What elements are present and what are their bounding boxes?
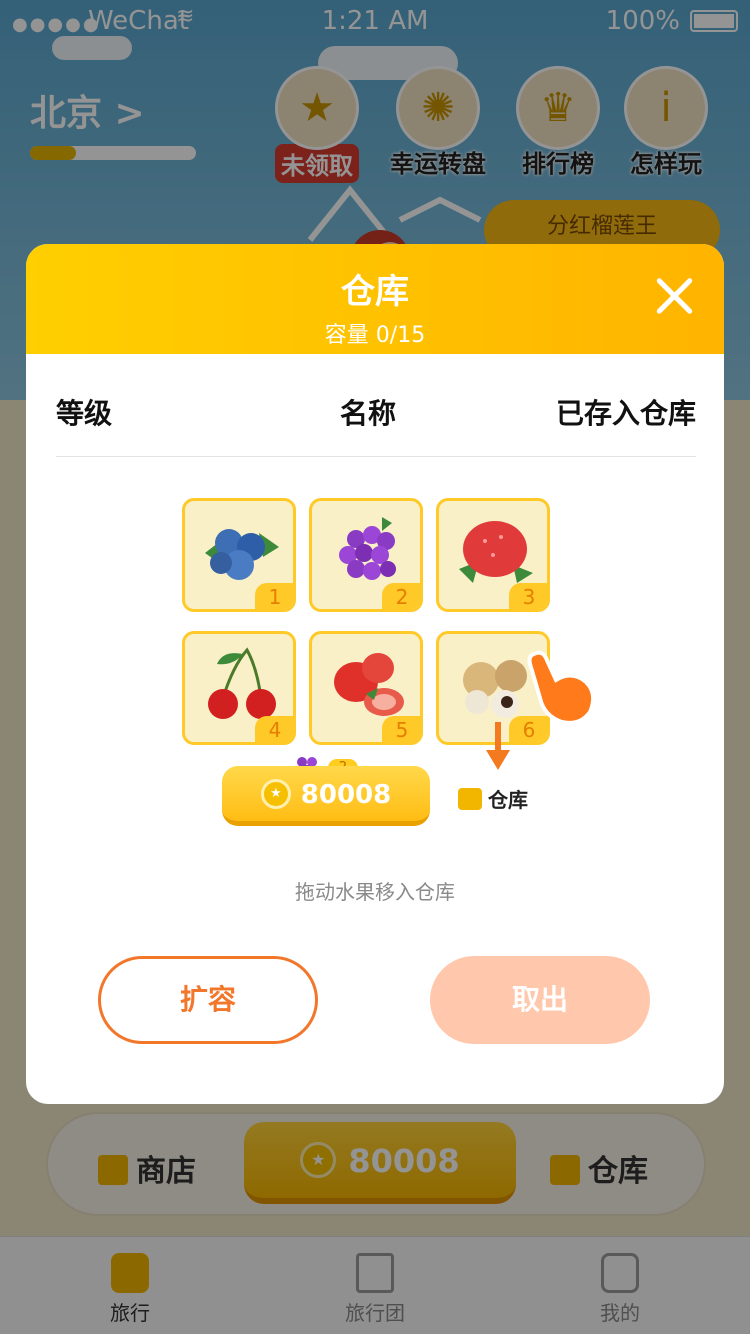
warehouse-modal: 仓库 容量 0/15 等级 名称 已存入仓库 1 2 3 4 5 6 ★8000…: [26, 244, 724, 1104]
strawberry-icon: [459, 521, 533, 583]
drag-hand-icon: [527, 650, 596, 725]
take-out-button[interactable]: 取出: [430, 956, 650, 1044]
strawberry-pair-icon: [334, 653, 404, 716]
coin-icon: [260, 779, 291, 809]
fruit-slot[interactable]: 1: [182, 498, 296, 612]
expand-button[interactable]: 扩容: [98, 956, 318, 1044]
fruit-slot[interactable]: 4: [182, 631, 296, 745]
fruit-slot[interactable]: 3: [436, 498, 550, 612]
fruit-level-badge: 1: [255, 583, 293, 609]
fruit-level-badge: 2: [382, 583, 420, 609]
fruit-level-badge: 5: [382, 716, 420, 742]
warehouse-drop-target[interactable]: 仓库: [458, 784, 528, 813]
coin-balance-button[interactable]: 80008: [222, 766, 430, 826]
arrow-down-icon: [486, 722, 510, 770]
coin-balance: 80008: [300, 780, 392, 810]
modal-title: 仓库: [341, 272, 409, 312]
blueberry-icon: [205, 529, 279, 580]
column-name: 名称: [340, 397, 397, 430]
column-stored: 已存入仓库: [555, 397, 696, 430]
close-icon[interactable]: [652, 274, 696, 318]
column-level: 等级: [56, 397, 113, 430]
modal-header: 仓库 容量 0/15: [26, 244, 724, 354]
divider: [56, 456, 696, 457]
fruit-slot[interactable]: 5: [309, 631, 423, 745]
warehouse-icon: [458, 788, 482, 810]
fruit-level-badge: 4: [255, 716, 293, 742]
grape-icon: [339, 517, 396, 580]
fruit-level-badge: 3: [509, 583, 547, 609]
cherry-icon: [208, 647, 276, 719]
warehouse-drop-label: 仓库: [488, 788, 528, 812]
drag-hint: 拖动水果移入仓库: [295, 880, 455, 904]
capacity-label: 容量 0/15: [324, 323, 426, 348]
fruit-slot[interactable]: 2: [309, 498, 423, 612]
